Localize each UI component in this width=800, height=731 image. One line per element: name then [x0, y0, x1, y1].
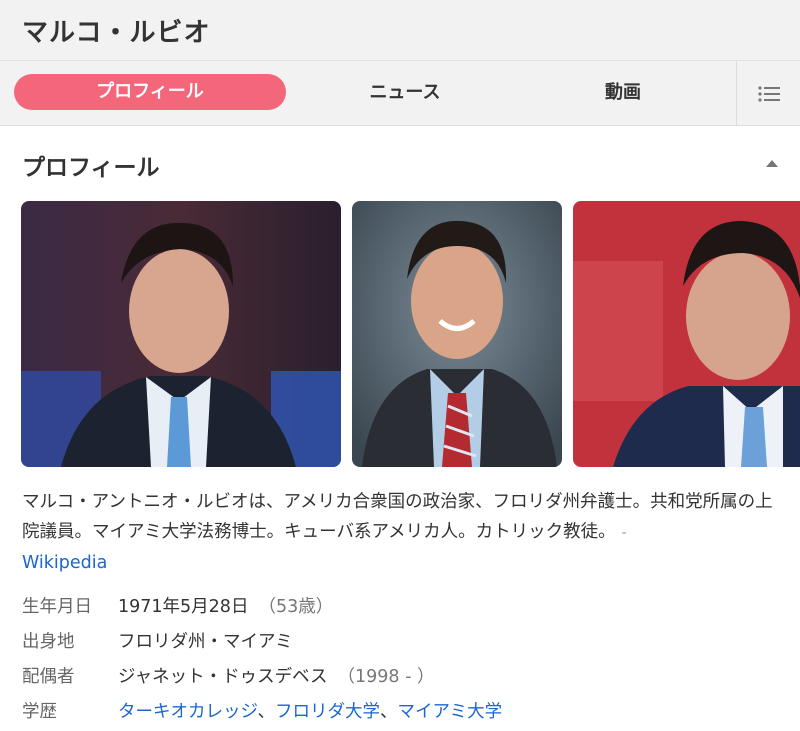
- profile-photo-3[interactable]: [573, 201, 800, 467]
- summary-dash: -: [621, 525, 627, 541]
- profile-section-header: プロフィール: [0, 126, 800, 201]
- fact-label-birthplace: 出身地: [22, 632, 75, 652]
- fact-label-spouse: 配偶者: [22, 667, 75, 687]
- profile-facts: 生年月日 1971年5月28日 （53歳） 出身地 フロリダ州・マイアミ 配偶者…: [22, 588, 778, 728]
- menu-button[interactable]: [736, 61, 800, 126]
- fact-value-spouse: ジャネット・ドゥスデベス: [118, 667, 328, 687]
- fact-extra-age: （53歳）: [258, 597, 334, 617]
- education-link-1[interactable]: ターキオカレッジ: [118, 702, 257, 722]
- photo-carousel: [0, 201, 800, 469]
- profile-photo-2[interactable]: [352, 201, 562, 467]
- birthplace-link[interactable]: フロリダ州・マイアミ: [118, 628, 293, 653]
- fact-label-birth: 生年月日: [22, 597, 92, 617]
- tab-bar: プロフィール ニュース 動画: [0, 60, 800, 126]
- title-bar: マルコ・ルビオ: [0, 0, 800, 60]
- profile-photo-1[interactable]: [21, 201, 341, 467]
- education-link-3[interactable]: マイアミ大学: [397, 702, 502, 722]
- summary-text: マルコ・アントニオ・ルビオは、アメリカ合衆国の政治家、フロリダ州弁護士。共和党所…: [22, 492, 773, 542]
- education-link-2[interactable]: フロリダ大学: [275, 702, 380, 722]
- tab-news[interactable]: ニュース: [305, 81, 505, 105]
- page: マルコ・ルビオ プロフィール ニュース 動画 プロフィール マルコ・アントニオ・…: [0, 0, 800, 731]
- education-separator: 、: [257, 702, 275, 722]
- fact-row-birth: 生年月日 1971年5月28日 （53歳）: [22, 588, 778, 623]
- section-title: プロフィール: [22, 155, 160, 181]
- list-icon: [758, 85, 780, 102]
- wikipedia-link[interactable]: Wikipedia: [22, 553, 107, 573]
- fact-row-education: 学歴 ターキオカレッジ、フロリダ大学、マイアミ大学: [22, 693, 778, 728]
- education-separator: 、: [379, 702, 398, 722]
- fact-row-birthplace: 出身地 フロリダ州・マイアミ: [22, 623, 778, 658]
- tab-video[interactable]: 動画: [523, 81, 723, 105]
- caret-up-icon[interactable]: [764, 156, 780, 172]
- profile-summary: マルコ・アントニオ・ルビオは、アメリカ合衆国の政治家、フロリダ州弁護士。共和党所…: [22, 487, 778, 578]
- page-title: マルコ・ルビオ: [22, 17, 211, 48]
- fact-row-spouse: 配偶者 ジャネット・ドゥスデベス （1998 - ）: [22, 658, 778, 693]
- fact-value-birth: 1971年5月28日: [118, 597, 249, 617]
- fact-label-education: 学歴: [22, 702, 57, 722]
- tab-profile[interactable]: プロフィール: [14, 74, 286, 110]
- fact-extra-marriage: （1998 - ）: [337, 667, 435, 687]
